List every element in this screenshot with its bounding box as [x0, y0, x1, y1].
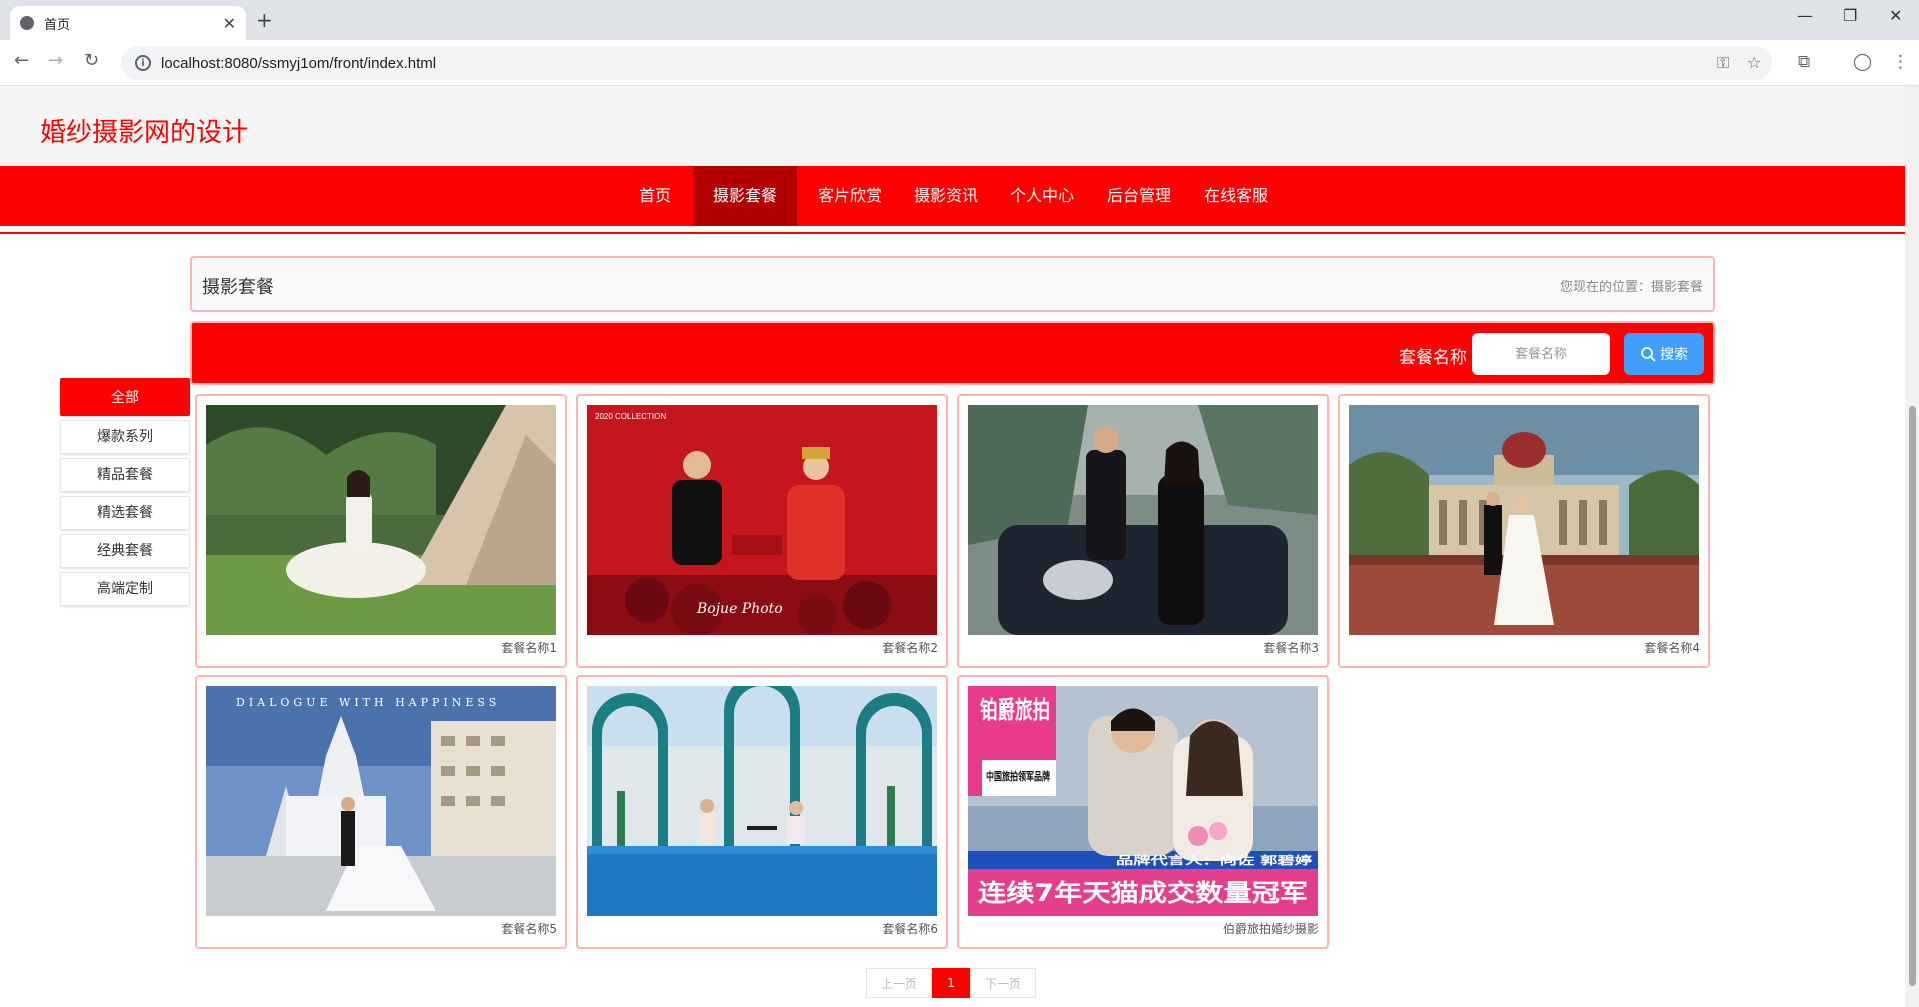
location-text: 您现在的位置：摄影套餐 — [1559, 280, 1703, 295]
photo-caption: DIALOGUE WITH HAPPINESS — [236, 696, 500, 709]
url-text: localhost:8080/ssmyj1om/front/index.html — [161, 54, 437, 72]
package-card[interactable]: 套餐名称3 — [957, 394, 1329, 668]
nav-item-admin[interactable]: 后台管理 — [1092, 166, 1186, 226]
package-photo — [206, 405, 556, 635]
photo-caption: 品牌代言人：向佐 郭碧婷 — [1116, 853, 1312, 867]
search-input[interactable] — [1472, 333, 1610, 375]
tab-search-icon[interactable]: ⧉ — [1798, 52, 1810, 72]
close-window-icon[interactable]: ✕ — [1889, 6, 1902, 25]
key-icon[interactable]: ⚿ — [1717, 53, 1729, 73]
package-name: 套餐名称5 — [501, 922, 557, 936]
package-photo: 铂爵旅拍 中国旅拍领军品牌 品牌代言人：向佐 郭碧婷 连续7年天猫成交数量冠军 — [968, 686, 1318, 916]
nav-item-home[interactable]: 首页 — [620, 166, 690, 226]
next-page-button[interactable]: 下一页 — [970, 968, 1036, 998]
package-name: 套餐名称3 — [1263, 641, 1319, 655]
nav-item-support[interactable]: 在线客服 — [1189, 166, 1283, 226]
photo-caption: Bojue Photo — [696, 601, 783, 617]
package-card[interactable]: 套餐名称6 — [576, 675, 948, 949]
package-photo: 2020 COLLECTION Bojue Photo — [587, 405, 937, 635]
package-name: 套餐名称4 — [1644, 641, 1700, 655]
pagination: 上一页 1 下一页 — [866, 968, 1036, 998]
package-name: 套餐名称2 — [882, 641, 938, 655]
site-header: 婚纱摄影网的设计 — [0, 86, 1905, 166]
page-scrollbar[interactable] — [1905, 86, 1919, 1007]
category-all[interactable]: 全部 — [60, 378, 190, 416]
package-photo — [587, 686, 937, 916]
main-nav: 首页 摄影套餐 客片欣赏 摄影资讯 个人中心 后台管理 在线客服 — [0, 166, 1905, 226]
category-hot[interactable]: 爆款系列 — [60, 420, 190, 454]
nav-item-profile[interactable]: 个人中心 — [995, 166, 1089, 226]
site-title: 婚纱摄影网的设计 — [40, 118, 249, 148]
globe-icon — [20, 16, 34, 30]
search-button-label: 搜索 — [1660, 347, 1688, 363]
close-tab-icon[interactable]: ✕ — [223, 14, 236, 33]
search-bar: 套餐名称 搜索 — [190, 321, 1715, 385]
category-selected[interactable]: 精选套餐 — [60, 496, 190, 530]
package-name: 套餐名称6 — [882, 922, 938, 936]
photo-caption: 连续7年天猫成交数量冠军 — [978, 879, 1308, 907]
package-photo — [1349, 405, 1699, 635]
package-card[interactable]: 铂爵旅拍 中国旅拍领军品牌 品牌代言人：向佐 郭碧婷 连续7年天猫成交数量冠军 … — [957, 675, 1329, 949]
restore-icon[interactable]: ❐ — [1843, 6, 1857, 25]
photo-caption: 2020 COLLECTION — [595, 412, 666, 421]
category-custom[interactable]: 高端定制 — [60, 572, 190, 606]
page-number-button[interactable]: 1 — [932, 968, 970, 998]
package-photo: DIALOGUE WITH HAPPINESS — [206, 686, 556, 916]
package-card[interactable]: 2020 COLLECTION Bojue Photo 套餐名称2 — [576, 394, 948, 668]
category-classic[interactable]: 经典套餐 — [60, 534, 190, 568]
section-heading: 摄影套餐 — [202, 277, 274, 298]
package-grid: 套餐名称1 2020 COLLECTION Bojue Photo 套餐名称2 … — [195, 394, 1715, 964]
package-name: 伯爵旅拍婚纱摄影 — [1222, 922, 1319, 936]
forward-icon[interactable]: → — [48, 50, 63, 71]
package-photo — [968, 405, 1318, 635]
browser-tabbar: 首页 ✕ + — ❐ ✕ — [0, 0, 1919, 40]
minimize-icon[interactable]: — — [1797, 6, 1813, 25]
site-info-icon[interactable]: i — [135, 55, 151, 71]
page: 婚纱摄影网的设计 首页 摄影套餐 客片欣赏 摄影资讯 个人中心 后台管理 在线客… — [0, 86, 1905, 1007]
search-button[interactable]: 搜索 — [1624, 333, 1704, 375]
nav-item-news[interactable]: 摄影资讯 — [899, 166, 993, 226]
breadcrumb: 摄影套餐 您现在的位置：摄影套餐 — [190, 256, 1715, 312]
search-icon — [1641, 347, 1656, 362]
tab-title: 首页 — [44, 16, 71, 32]
reload-icon[interactable]: ↻ — [84, 50, 99, 71]
back-icon[interactable]: ← — [14, 50, 29, 71]
profile-icon[interactable]: ◯ — [1853, 52, 1872, 72]
scrollbar-thumb[interactable] — [1909, 406, 1916, 986]
nav-item-packages[interactable]: 摄影套餐 — [693, 166, 797, 226]
prev-page-button[interactable]: 上一页 — [866, 968, 932, 998]
search-label: 套餐名称 — [1399, 348, 1467, 368]
photo-caption: 铂爵旅拍 — [980, 696, 1050, 724]
package-name: 套餐名称1 — [501, 641, 557, 655]
category-list: 全部 爆款系列 精品套餐 精选套餐 经典套餐 高端定制 — [60, 378, 190, 610]
bookmark-star-icon[interactable]: ☆ — [1747, 53, 1761, 72]
address-bar[interactable]: i localhost:8080/ssmyj1om/front/index.ht… — [121, 46, 1772, 80]
package-card[interactable]: 套餐名称1 — [195, 394, 567, 668]
nav-item-gallery[interactable]: 客片欣赏 — [803, 166, 897, 226]
package-card[interactable]: DIALOGUE WITH HAPPINESS 套餐名称5 — [195, 675, 567, 949]
browser-tab[interactable]: 首页 ✕ — [10, 6, 246, 40]
new-tab-icon[interactable]: + — [256, 8, 273, 32]
browser-toolbar: ← → ↻ i localhost:8080/ssmyj1om/front/in… — [0, 40, 1919, 86]
photo-caption: 中国旅拍领军品牌 — [986, 769, 1050, 783]
menu-dots-icon[interactable]: ⋮ — [1892, 52, 1909, 72]
package-card[interactable]: 套餐名称4 — [1338, 394, 1710, 668]
nav-divider — [0, 232, 1905, 234]
category-premium[interactable]: 精品套餐 — [60, 458, 190, 492]
